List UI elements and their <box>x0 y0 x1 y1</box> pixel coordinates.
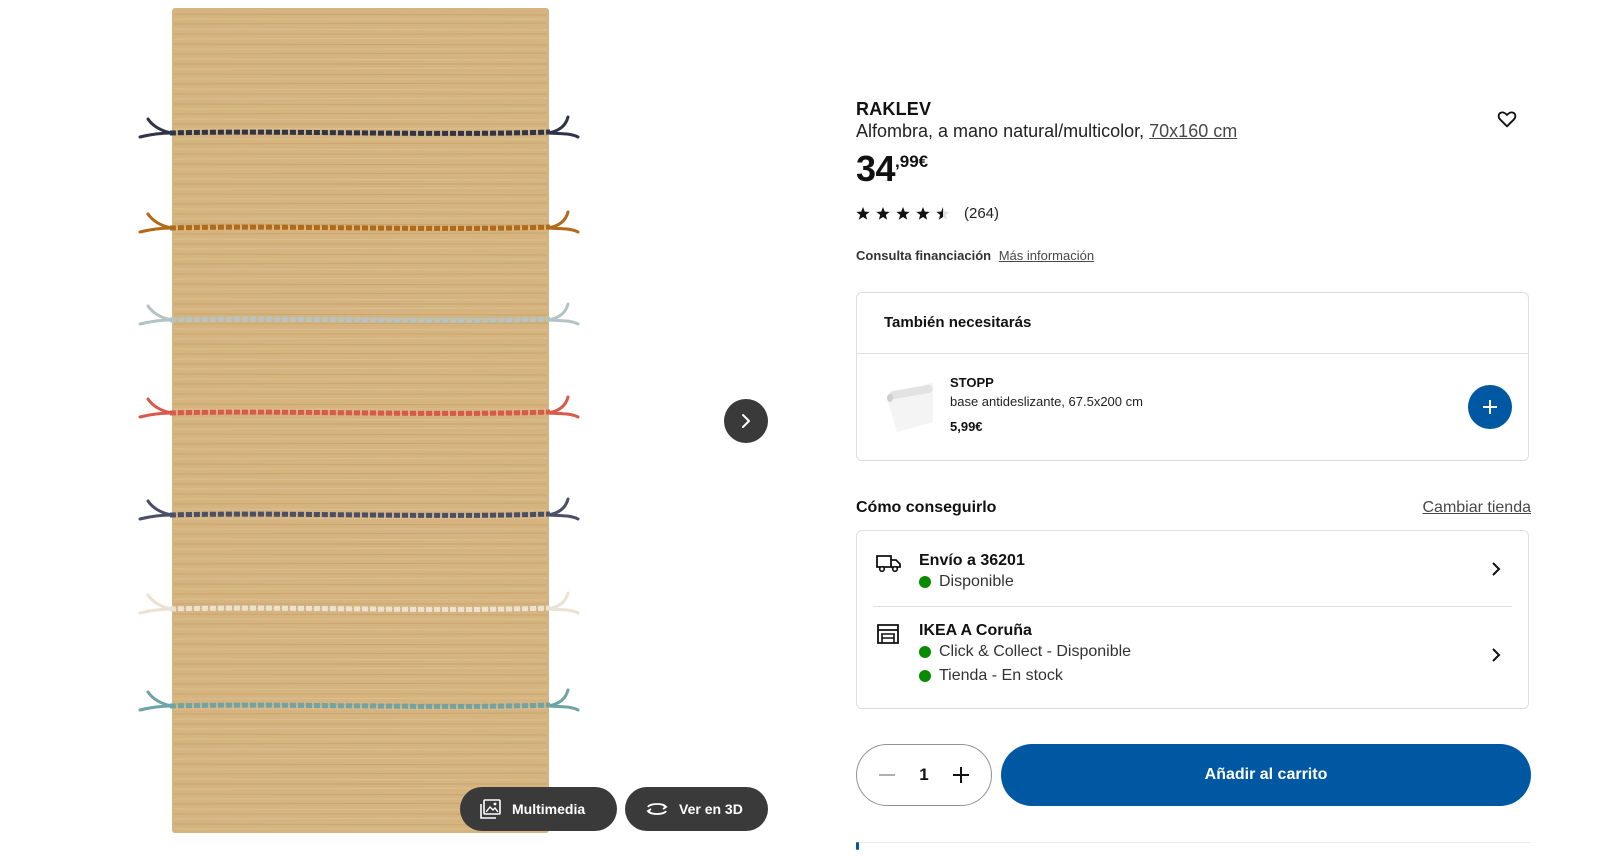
store-stock-status: Tienda - En stock <box>919 667 1063 685</box>
also-need-heading: También necesitarás <box>857 293 1528 354</box>
minus-icon <box>879 774 895 776</box>
financing-info: Consulta financiación Más información <box>856 248 1094 263</box>
plus-icon <box>953 767 969 783</box>
available-dot-icon <box>919 576 931 588</box>
chevron-right-icon <box>742 414 750 428</box>
delivery-title: Envío a 36201 <box>919 552 1025 569</box>
add-to-cart-button[interactable]: Añadir al carrito <box>1001 744 1531 806</box>
delivery-option[interactable]: Envío a 36201 Disponible <box>857 531 1528 606</box>
product-gallery: Multimedia Ver en 3D <box>0 0 820 864</box>
decrease-quantity-button[interactable] <box>877 765 897 785</box>
rotate-3d-icon <box>646 803 668 815</box>
heart-icon <box>1497 111 1517 128</box>
also-need-card: También necesitarás STOPP base antidesli… <box>856 292 1529 461</box>
star-icon <box>936 206 950 220</box>
delivery-status: Disponible <box>919 573 1014 591</box>
stopp-thumbnail <box>887 382 933 432</box>
product-description-text: Alfombra, a mano natural/multicolor, <box>856 121 1145 141</box>
star-icon <box>916 206 930 220</box>
store-title: IKEA A Coruña <box>919 622 1032 639</box>
product-size-link[interactable]: 70x160 cm <box>1149 121 1237 141</box>
quantity-stepper: 1 <box>856 744 992 806</box>
also-need-item[interactable]: STOPP base antideslizante, 67.5x200 cm 5… <box>857 354 1528 462</box>
view-3d-label: Ver en 3D <box>679 801 743 817</box>
also-need-item-name: STOPP <box>950 375 994 390</box>
store-icon <box>877 624 899 644</box>
change-store-link[interactable]: Cambiar tienda <box>1423 499 1532 517</box>
click-collect-status: Click & Collect - Disponible <box>919 643 1131 661</box>
chevron-right-icon <box>1492 648 1501 662</box>
view-3d-button[interactable]: Ver en 3D <box>625 787 768 831</box>
star-icon <box>896 206 910 220</box>
favourite-button[interactable] <box>1496 108 1518 135</box>
chevron-right-icon <box>1492 562 1501 576</box>
multimedia-label: Multimedia <box>512 801 586 817</box>
next-image-button[interactable] <box>724 399 768 443</box>
available-dot-icon <box>919 646 931 658</box>
store-stock-text: Tienda - En stock <box>939 667 1063 684</box>
availability-card: Envío a 36201 Disponible IKEA A Coruña C… <box>856 530 1529 709</box>
how-to-get-heading: Cómo conseguirlo <box>856 499 997 516</box>
star-icon <box>856 206 870 220</box>
product-name: RAKLEV <box>856 99 932 119</box>
in-stock-dot-icon <box>919 670 931 682</box>
also-need-item-price: 5,99€ <box>950 419 983 434</box>
section-accent <box>856 842 859 850</box>
next-section-edge <box>856 842 1531 864</box>
quantity-value[interactable]: 1 <box>919 765 928 785</box>
price-decimals: ,99€ <box>895 152 929 171</box>
product-rating[interactable]: (264) <box>856 205 999 222</box>
also-need-item-description: base antideslizante, 67.5x200 cm <box>950 394 1143 409</box>
click-collect-text: Click & Collect - Disponible <box>939 643 1132 660</box>
price-integer: 34 <box>856 148 896 189</box>
delivery-status-text: Disponible <box>939 573 1014 590</box>
star-icon <box>876 206 890 220</box>
product-info-panel: RAKLEV Alfombra, a mano natural/multicol… <box>856 0 1531 864</box>
financing-label: Consulta financiación <box>856 248 992 263</box>
rug-image <box>138 8 580 833</box>
truck-icon <box>876 555 901 573</box>
add-stopp-button[interactable] <box>1468 385 1512 429</box>
product-description: Alfombra, a mano natural/multicolor, 70x… <box>856 121 1237 142</box>
plus-icon <box>1483 400 1497 414</box>
images-icon <box>480 799 501 819</box>
product-price: 34,99€ <box>856 148 928 190</box>
rating-stars <box>856 206 950 220</box>
increase-quantity-button[interactable] <box>951 765 971 785</box>
financing-link[interactable]: Más información <box>999 248 1094 263</box>
store-option[interactable]: IKEA A Coruña Click & Collect - Disponib… <box>857 606 1528 710</box>
rating-count: (264) <box>964 205 1000 222</box>
multimedia-button[interactable]: Multimedia <box>460 787 617 831</box>
